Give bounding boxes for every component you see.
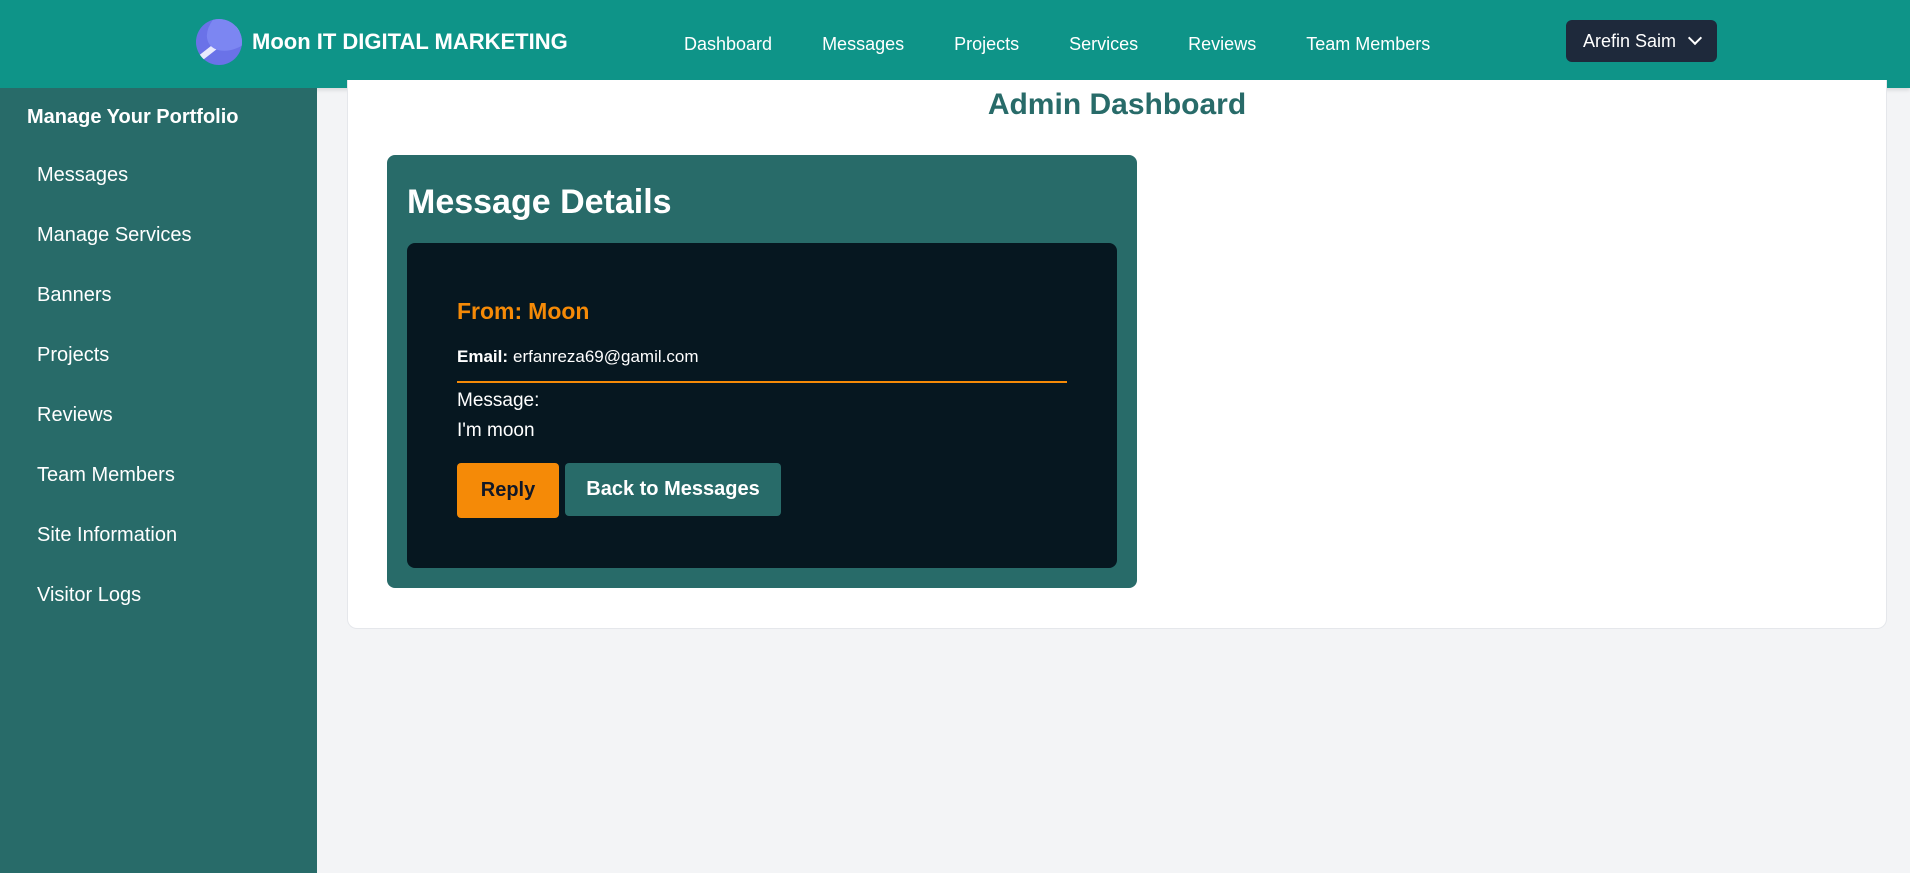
email-line: Email: erfanreza69@gamil.com (457, 347, 698, 367)
nav-projects[interactable]: Projects (954, 34, 1019, 55)
from-label: From: (457, 298, 523, 324)
top-navbar: Moon IT DIGITAL MARKETING Dashboard Mess… (0, 0, 1910, 88)
user-menu-button[interactable]: Arefin Saim (1566, 20, 1717, 62)
from-line: From: Moon (457, 298, 589, 325)
moon-logo-icon (196, 19, 242, 65)
message-details-title: Message Details (407, 183, 672, 221)
sidebar-item-manage-services[interactable]: Manage Services (37, 224, 192, 247)
brand[interactable]: Moon IT DIGITAL MARKETING (196, 18, 568, 66)
email-label: Email: (457, 347, 509, 366)
sidebar-title: Manage Your Portfolio (27, 106, 239, 128)
sidebar-item-messages[interactable]: Messages (37, 164, 128, 187)
user-name: Arefin Saim (1582, 30, 1677, 51)
message-panel: From: Moon Email: erfanreza69@gamil.com Me… (407, 243, 1117, 568)
nav-dashboard[interactable]: Dashboard (684, 34, 772, 55)
sidebar-item-visitor-logs[interactable]: Visitor Logs (37, 584, 141, 607)
brand-name: Moon IT DIGITAL MARKETING (252, 29, 568, 54)
back-to-messages-button[interactable]: Back to Messages (565, 463, 781, 516)
sidebar-item-reviews[interactable]: Reviews (37, 404, 113, 427)
sidebar-item-team-members[interactable]: Team Members (37, 464, 175, 487)
email-value: erfanreza69@gamil.com (513, 347, 699, 366)
message-body: I'm moon (457, 420, 535, 441)
nav-services[interactable]: Services (1069, 34, 1138, 55)
sidebar-item-projects[interactable]: Projects (37, 344, 109, 367)
nav-reviews[interactable]: Reviews (1188, 34, 1256, 55)
chevron-down-icon (1687, 30, 1703, 46)
sidebar: Manage Your Portfolio Messages Manage Se… (0, 88, 317, 873)
reply-button[interactable]: Reply (457, 463, 559, 518)
main-nav: Dashboard Messages Projects Services Rev… (684, 0, 1480, 88)
nav-team-members[interactable]: Team Members (1306, 34, 1430, 55)
message-details-card: Message Details From: Moon Email: erfanrez… (387, 155, 1137, 588)
from-name: Moon (528, 298, 590, 324)
sidebar-item-site-information[interactable]: Site Information (37, 524, 177, 547)
message-label: Message: (457, 390, 540, 411)
sidebar-item-banners[interactable]: Banners (37, 284, 112, 307)
divider (457, 381, 1067, 383)
nav-messages[interactable]: Messages (822, 34, 904, 55)
